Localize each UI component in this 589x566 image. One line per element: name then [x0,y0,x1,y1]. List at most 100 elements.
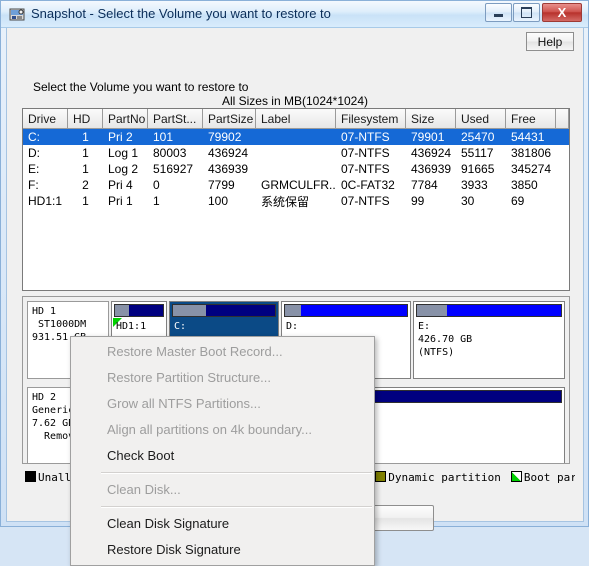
table-row[interactable]: D: 1 Log 1 80003 436924 07-NTFS 436924 55117 381… [23,145,569,161]
partition-d-capacity-bar [284,304,408,317]
partition-d-used-portion [285,305,301,316]
legend-dynamic-partition-label: Dynamic partition [388,471,501,484]
cell-used: 91665 [461,162,495,176]
partition-hd1-1-label: HD1:1 [116,321,147,332]
cell-partstart: 1 [153,194,160,208]
table-column-header-label[interactable]: Label [256,109,336,128]
legend-boot-partition-label: Boot partition [523,471,575,484]
minimize-button[interactable] [485,3,512,22]
cell-partsize: 436939 [208,162,249,176]
close-button[interactable]: X [542,3,582,22]
cell-free: 54431 [511,130,545,144]
table-row[interactable]: E: 1 Log 2 516927 436939 07-NTFS 436939 91665 34… [23,161,569,177]
cell-free: 69 [511,194,525,208]
cell-free: 381806 [511,146,552,160]
cell-hd: 1 [82,130,89,144]
cell-partstart: 0 [153,178,160,192]
cell-used: 55117 [461,146,494,160]
cell-drive: F: [28,178,39,192]
cell-label [256,129,336,145]
cell-partsize: 436924 [208,146,249,160]
sizes-unit-note: All Sizes in MB(1024*1024) [221,94,369,108]
partition-d-label: D: [286,321,299,332]
cell-hd: 1 [82,194,89,208]
cell-drive: C: [28,130,40,144]
help-button[interactable]: Help [526,32,574,51]
menu-restore-partition-structure: Restore Partition Structure... [107,370,272,385]
page-title: Select the Volume you want to restore to [33,80,249,94]
cell-size: 436924 [411,146,452,160]
menu-restore-disk-signature[interactable]: Restore Disk Signature [71,537,374,563]
cell-hd: 1 [82,146,89,160]
table-column-header-free[interactable]: Free [506,109,556,128]
cell-free: 3850 [511,178,538,192]
table-column-header-hd[interactable]: HD [68,109,103,128]
cell-label: GRMCULFR... [261,178,336,192]
cell-drive: E: [28,162,40,176]
volume-table[interactable]: Drive HD PartNo PartSt... PartSize Label Files… [22,108,570,291]
table-column-header-size[interactable]: Size [406,109,456,128]
table-column-header-filesystem[interactable]: Filesystem [336,109,406,128]
window-title: Snapshot - Select the Volume you want to… [31,6,331,21]
menu-clean-disk-signature[interactable]: Clean Disk Signature [71,511,374,537]
cell-filesystem: 07-NTFS [341,146,390,160]
cell-drive: HD1:1 [28,194,63,208]
close-icon: X [557,5,567,20]
table-row[interactable]: HD1:1 1 Pri 1 1 100 系统保留 07-NTFS 99 30 69 [23,193,569,209]
cell-size: 79901 [411,130,445,144]
context-menu-separator [101,506,372,508]
legend-boot-partition: Boot partition [510,471,575,484]
menu-check-boot[interactable]: Check Boot [71,443,374,469]
partition-e[interactable]: E: 426.70 GB (NTFS) [413,301,565,379]
partition-e-label: E: 426.70 GB (NTFS) [418,321,473,358]
title-bar[interactable]: Snapshot - Select the Volume you want to… [1,1,588,28]
legend-dynamic-partition-swatch-icon [375,471,387,482]
cell-filesystem: 07-NTFS [341,130,390,144]
cell-hd: 2 [82,178,89,192]
cell-size: 99 [411,194,425,208]
legend-boot-partition-swatch-icon [510,471,522,482]
table-column-header-used[interactable]: Used [456,109,506,128]
table-column-header-partst[interactable]: PartSt... [148,109,203,128]
cell-used: 3933 [461,178,488,192]
cell-label [256,161,336,177]
table-row[interactable]: F: 2 Pri 4 0 7799 GRMCULFR... 0C-FAT32 7784 3933… [23,177,569,193]
cell-filesystem: 0C-FAT32 [341,178,395,192]
table-body: C: 1 Pri 2 101 79902 07-NTFS 79901 25470 54431 D:… [23,129,569,209]
partition-hd1-1-capacity-bar [114,304,164,317]
table-column-header-blank[interactable] [556,109,569,128]
cell-used: 30 [461,194,475,208]
maximize-icon [514,4,539,21]
table-header: Drive HD PartNo PartSt... PartSize Label Files… [23,109,569,129]
cell-drive: D: [28,146,40,160]
cell-size: 7784 [411,178,438,192]
cell-label: 系统保留 [261,194,310,209]
context-menu[interactable]: Restore Master Boot Record... Restore Par… [70,336,375,566]
table-row[interactable]: C: 1 Pri 2 101 79902 07-NTFS 79901 25470 54431 [23,129,569,145]
cell-partstart: 80003 [153,146,187,160]
maximize-button[interactable] [513,3,540,22]
context-menu-items: Restore Master Boot Record... Restore Par… [71,339,374,563]
cell-filesystem: 07-NTFS [341,194,390,208]
cell-partstart: 101 [153,130,174,144]
cell-used: 25470 [461,130,495,144]
cell-partsize: 100 [208,194,229,208]
partition-c-used-portion [173,305,206,316]
client-area: Help Select the Volume you want to resto… [6,28,584,566]
cell-free: 345274 [511,162,552,176]
cell-partno: Log 1 [108,146,139,160]
cell-label [256,145,336,161]
table-column-header-partno[interactable]: PartNo [103,109,148,128]
legend-unallocated-swatch-icon [25,471,36,482]
cell-partno: Pri 4 [108,178,133,192]
partition-e-used-portion [417,305,448,316]
menu-align-partitions-4k: Align all partitions on 4k boundary... [107,422,312,437]
table-column-header-drive[interactable]: Drive [23,109,68,128]
cell-partno: Log 2 [108,162,139,176]
cell-size: 436939 [411,162,452,176]
minimize-icon [486,4,511,21]
partition-e-capacity-bar [416,304,562,317]
legend-dynamic-partition: Dynamic partition [375,471,501,484]
table-column-header-partsize[interactable]: PartSize [203,109,256,128]
menu-clean-disk: Clean Disk... [107,482,181,497]
